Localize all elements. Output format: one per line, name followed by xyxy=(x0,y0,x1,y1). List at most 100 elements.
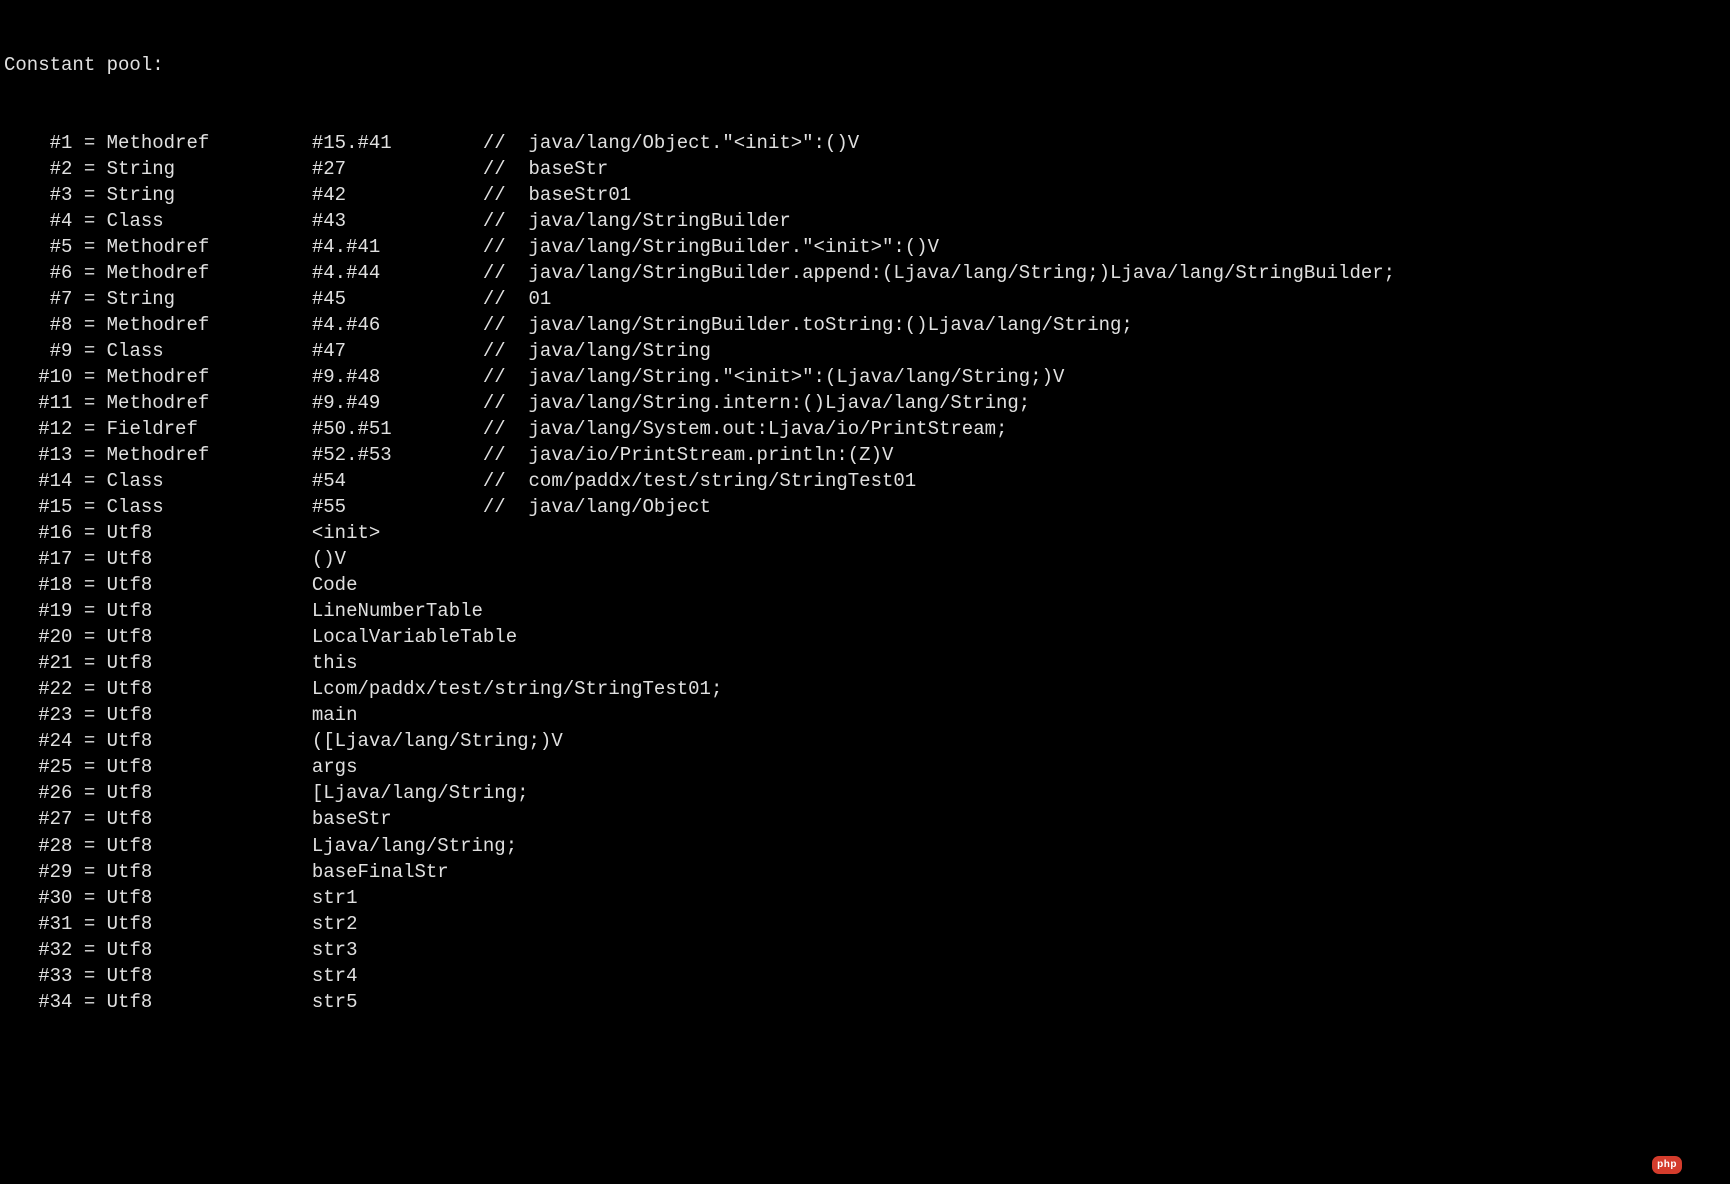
comment-prefix: // xyxy=(483,236,529,258)
equals-separator: = xyxy=(72,887,106,909)
entry-kind: Methodref xyxy=(107,392,312,414)
equals-separator: = xyxy=(72,184,106,206)
constant-pool-entry: #7 = String #45 // 01 xyxy=(4,286,1726,312)
comment-prefix: // xyxy=(483,158,529,180)
constant-pool-entry: #17 = Utf8 ()V xyxy=(4,546,1726,572)
entry-index: #5 xyxy=(4,236,72,258)
entry-index: #24 xyxy=(4,730,72,752)
entry-kind: Class xyxy=(107,340,312,362)
entry-ref: #55 xyxy=(312,496,483,518)
comment-prefix: // xyxy=(483,210,529,232)
constant-pool-entry: #11 = Methodref #9.#49 // java/lang/Stri… xyxy=(4,390,1726,416)
entry-kind: Methodref xyxy=(107,444,312,466)
comment-prefix: // xyxy=(483,132,529,154)
entry-comment: java/io/PrintStream.println:(Z)V xyxy=(529,444,894,466)
entry-index: #31 xyxy=(4,913,72,935)
equals-separator: = xyxy=(72,392,106,414)
entry-kind: Class xyxy=(107,210,312,232)
entry-comment: java/lang/String xyxy=(529,340,711,362)
constant-pool-entry: #25 = Utf8 args xyxy=(4,754,1726,780)
equals-separator: = xyxy=(72,340,106,362)
entry-ref: #27 xyxy=(312,158,483,180)
entry-ref: Code xyxy=(312,574,483,596)
constant-pool-entry: #23 = Utf8 main xyxy=(4,702,1726,728)
entry-ref: baseFinalStr xyxy=(312,861,483,883)
comment-prefix: // xyxy=(483,496,529,518)
equals-separator: = xyxy=(72,939,106,961)
entry-index: #8 xyxy=(4,314,72,336)
entry-index: #12 xyxy=(4,418,72,440)
entry-index: #23 xyxy=(4,704,72,726)
watermark-badge: php xyxy=(1652,1156,1682,1174)
equals-separator: = xyxy=(72,913,106,935)
entry-ref: ([Ljava/lang/String;)V xyxy=(312,730,563,752)
entry-index: #4 xyxy=(4,210,72,232)
entry-ref: main xyxy=(312,704,483,726)
entry-ref: this xyxy=(312,652,483,674)
entry-index: #28 xyxy=(4,835,72,857)
entry-ref: #45 xyxy=(312,288,483,310)
entry-kind: Utf8 xyxy=(107,704,312,726)
entry-index: #25 xyxy=(4,756,72,778)
entry-ref: baseStr xyxy=(312,808,483,830)
entry-ref: #42 xyxy=(312,184,483,206)
equals-separator: = xyxy=(72,730,106,752)
entry-ref: #43 xyxy=(312,210,483,232)
equals-separator: = xyxy=(72,652,106,674)
entry-comment: java/lang/Object."<init>":()V xyxy=(529,132,860,154)
entry-kind: Utf8 xyxy=(107,600,312,622)
entry-index: #2 xyxy=(4,158,72,180)
constant-pool-entry: #22 = Utf8 Lcom/paddx/test/string/String… xyxy=(4,676,1726,702)
comment-prefix: // xyxy=(483,418,529,440)
entry-ref: #52.#53 xyxy=(312,444,483,466)
entry-kind: Utf8 xyxy=(107,730,312,752)
comment-prefix: // xyxy=(483,288,529,310)
entry-index: #22 xyxy=(4,678,72,700)
constant-pool-entry: #33 = Utf8 str4 xyxy=(4,963,1726,989)
entry-comment: baseStr01 xyxy=(529,184,632,206)
comment-prefix: // xyxy=(483,470,529,492)
entry-comment: 01 xyxy=(529,288,552,310)
equals-separator: = xyxy=(72,470,106,492)
constant-pool-entry: #2 = String #27 // baseStr xyxy=(4,156,1726,182)
entry-index: #34 xyxy=(4,991,72,1013)
equals-separator: = xyxy=(72,496,106,518)
equals-separator: = xyxy=(72,678,106,700)
constant-pool-entry: #9 = Class #47 // java/lang/String xyxy=(4,338,1726,364)
constant-pool-entry: #19 = Utf8 LineNumberTable xyxy=(4,598,1726,624)
equals-separator: = xyxy=(72,965,106,987)
entry-kind: Utf8 xyxy=(107,782,312,804)
entry-kind: Utf8 xyxy=(107,887,312,909)
equals-separator: = xyxy=(72,808,106,830)
entry-kind: Utf8 xyxy=(107,626,312,648)
entry-kind: Utf8 xyxy=(107,861,312,883)
entry-index: #6 xyxy=(4,262,72,284)
entry-kind: Utf8 xyxy=(107,808,312,830)
entry-kind: Utf8 xyxy=(107,835,312,857)
entry-comment: baseStr xyxy=(529,158,609,180)
constant-pool-entry: #5 = Methodref #4.#41 // java/lang/Strin… xyxy=(4,234,1726,260)
entry-ref: #15.#41 xyxy=(312,132,483,154)
equals-separator: = xyxy=(72,522,106,544)
equals-separator: = xyxy=(72,236,106,258)
constant-pool-entry: #3 = String #42 // baseStr01 xyxy=(4,182,1726,208)
constant-pool-entry: #28 = Utf8 Ljava/lang/String; xyxy=(4,833,1726,859)
equals-separator: = xyxy=(72,756,106,778)
entry-index: #30 xyxy=(4,887,72,909)
entry-ref: #9.#48 xyxy=(312,366,483,388)
equals-separator: = xyxy=(72,704,106,726)
entry-ref: #47 xyxy=(312,340,483,362)
entry-index: #19 xyxy=(4,600,72,622)
entry-kind: Utf8 xyxy=(107,574,312,596)
entry-index: #14 xyxy=(4,470,72,492)
constant-pool-entry: #6 = Methodref #4.#44 // java/lang/Strin… xyxy=(4,260,1726,286)
entry-comment: java/lang/String.intern:()Ljava/lang/Str… xyxy=(529,392,1031,414)
entry-kind: Utf8 xyxy=(107,678,312,700)
constant-pool-entry: #14 = Class #54 // com/paddx/test/string… xyxy=(4,468,1726,494)
entry-kind: Utf8 xyxy=(107,522,312,544)
equals-separator: = xyxy=(72,210,106,232)
entry-index: #11 xyxy=(4,392,72,414)
entry-index: #18 xyxy=(4,574,72,596)
entry-ref: str2 xyxy=(312,913,483,935)
entry-kind: String xyxy=(107,158,312,180)
